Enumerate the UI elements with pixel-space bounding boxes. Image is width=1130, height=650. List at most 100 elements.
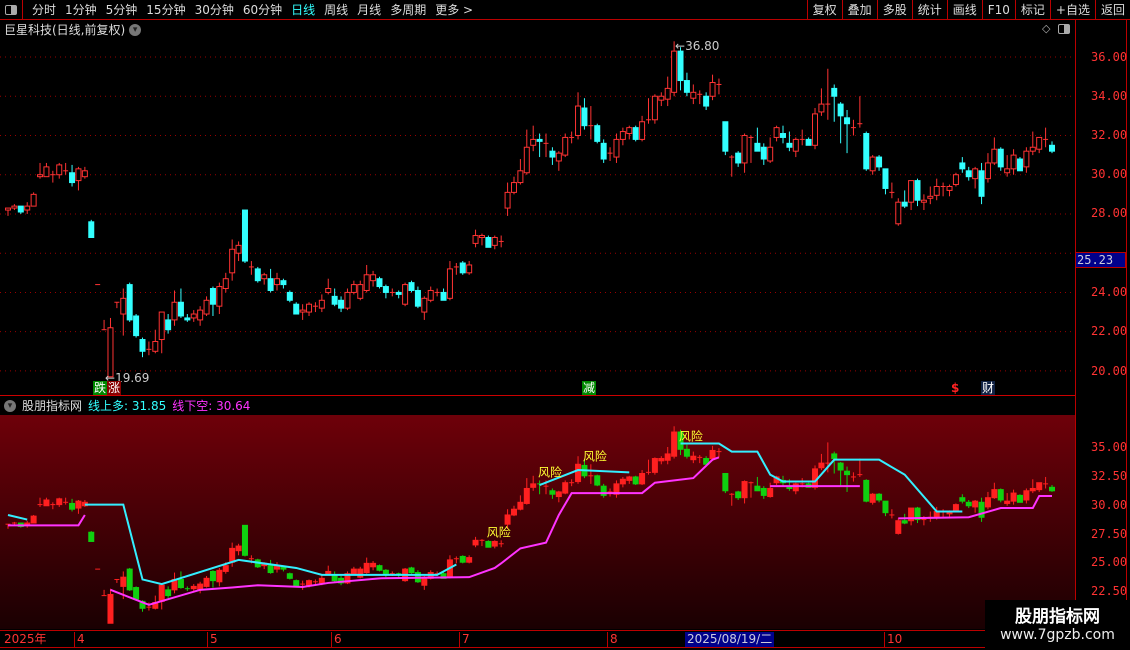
indicator-candle-body xyxy=(306,580,313,586)
indicator-candle-body xyxy=(216,569,223,583)
upper-line xyxy=(7,513,28,521)
main-candle-body xyxy=(171,301,178,321)
main-candle-body xyxy=(5,207,11,211)
main-candle-body xyxy=(107,327,114,378)
main-candle-body xyxy=(555,152,562,162)
main-candle-body xyxy=(626,127,633,135)
indicator-tick: 25.00 xyxy=(1091,555,1128,569)
main-candle-body xyxy=(914,180,921,201)
chevron-down-icon[interactable]: ▾ xyxy=(4,399,16,412)
main-candle-body xyxy=(306,303,313,313)
main-candle-body xyxy=(75,168,82,182)
indicator-candle-body xyxy=(1004,500,1011,504)
main-candle-body xyxy=(184,317,191,321)
main-candle-body xyxy=(37,174,44,178)
main-candle-body xyxy=(549,150,556,158)
indicator-candle-body xyxy=(235,545,242,552)
main-candle-body xyxy=(965,170,972,178)
main-candle-body xyxy=(779,133,786,138)
indicator-candle-body xyxy=(190,585,197,590)
indicator-candle-body xyxy=(363,562,370,574)
indicator-tick: 32.50 xyxy=(1091,469,1128,483)
risk-label: 风险 xyxy=(583,448,607,463)
main-candle-body xyxy=(818,103,825,113)
main-candle-body xyxy=(831,87,838,97)
main-candle-body xyxy=(1016,158,1023,172)
indicator-candle-body xyxy=(639,472,646,485)
main-candle-body xyxy=(241,209,248,262)
indicator-tick: 30.00 xyxy=(1091,498,1128,512)
upper-line-value: 线上多: 31.85 xyxy=(88,399,167,413)
indicator-candle-body xyxy=(575,463,582,483)
indicator-candle-body xyxy=(549,490,556,495)
main-candle-body xyxy=(459,262,466,274)
main-candle-body xyxy=(370,274,377,282)
indicator-candle-body xyxy=(683,448,690,457)
indicator-candle-body xyxy=(818,462,825,469)
indicator-candle-body xyxy=(370,562,377,568)
main-candle-body xyxy=(510,182,517,193)
indicator-candle-body xyxy=(350,568,357,575)
indicator-candle-body xyxy=(735,491,742,499)
main-candle-body xyxy=(908,180,915,203)
price-tick: 28.00 xyxy=(1091,206,1128,220)
main-candle-body xyxy=(882,168,889,189)
price-tick: 20.00 xyxy=(1091,364,1128,378)
main-candle-body xyxy=(254,268,261,282)
back-button[interactable]: 返回 xyxy=(1094,0,1130,20)
indicator-candle-body xyxy=(30,515,37,524)
indicator-tick: 22.50 xyxy=(1091,584,1128,598)
kline-chart[interactable]: 风险风险风险风险 xyxy=(0,0,1075,630)
indicator-candle-body xyxy=(56,498,63,506)
indicator-candle-body xyxy=(158,584,165,602)
main-candle-body xyxy=(536,138,543,142)
indicator-candle-body xyxy=(792,483,799,492)
main-candle-body xyxy=(11,205,18,209)
main-candle-body xyxy=(177,301,184,317)
indicator-candle-body xyxy=(984,497,991,508)
main-candle-body xyxy=(395,291,402,295)
indicator-candle-body xyxy=(504,514,511,525)
indicator-candle-body xyxy=(523,487,530,504)
main-candle-body xyxy=(402,284,409,305)
watermark: 股朋指标网 www.7gpzb.com xyxy=(985,600,1130,650)
main-candle-body xyxy=(485,237,492,248)
indicator-candle-body xyxy=(472,539,479,546)
main-candle-body xyxy=(440,291,447,301)
indicator-candle-body xyxy=(222,565,229,572)
main-candle-body xyxy=(959,162,966,170)
main-candle-body xyxy=(632,127,639,140)
main-candle-body xyxy=(690,91,697,99)
main-candle-body xyxy=(17,205,24,213)
indicator-candle-body xyxy=(107,593,114,624)
indicator-candle-body xyxy=(594,475,601,486)
main-candle-body xyxy=(639,121,646,140)
main-candle-body xyxy=(523,146,530,174)
main-candle-body xyxy=(773,127,780,138)
main-candle-body xyxy=(350,284,357,293)
main-candle-body xyxy=(876,156,883,168)
lower-line-value: 线下空: 30.64 xyxy=(172,399,251,413)
fall-marker[interactable]: 跌 xyxy=(93,381,108,395)
main-candle-body xyxy=(293,303,300,315)
reduce-marker[interactable]: 减 xyxy=(582,381,597,395)
finance-marker[interactable]: 财 xyxy=(981,381,996,395)
main-candle-body xyxy=(786,142,793,148)
indicator-candle-body xyxy=(664,453,671,461)
main-candle-body xyxy=(261,274,268,280)
main-candle-body xyxy=(722,121,729,152)
main-candle-body xyxy=(901,201,908,207)
high-price-value: 36.80 xyxy=(685,39,720,53)
indicator-name[interactable]: 股朋指标网 xyxy=(22,397,82,414)
risk-label: 风险 xyxy=(679,429,703,444)
main-candle-body xyxy=(594,125,601,142)
main-candle-body xyxy=(991,148,998,164)
indicator-candle-body xyxy=(133,587,140,600)
main-candle-body xyxy=(139,339,146,352)
rise-marker[interactable]: 涨 xyxy=(107,381,122,395)
indicator-candle-body xyxy=(671,431,678,457)
indicator-candle-body xyxy=(895,520,902,534)
price-tick: 24.00 xyxy=(1091,285,1128,299)
indicator-candle-body xyxy=(229,547,236,563)
dividend-marker[interactable]: $ xyxy=(950,381,960,395)
